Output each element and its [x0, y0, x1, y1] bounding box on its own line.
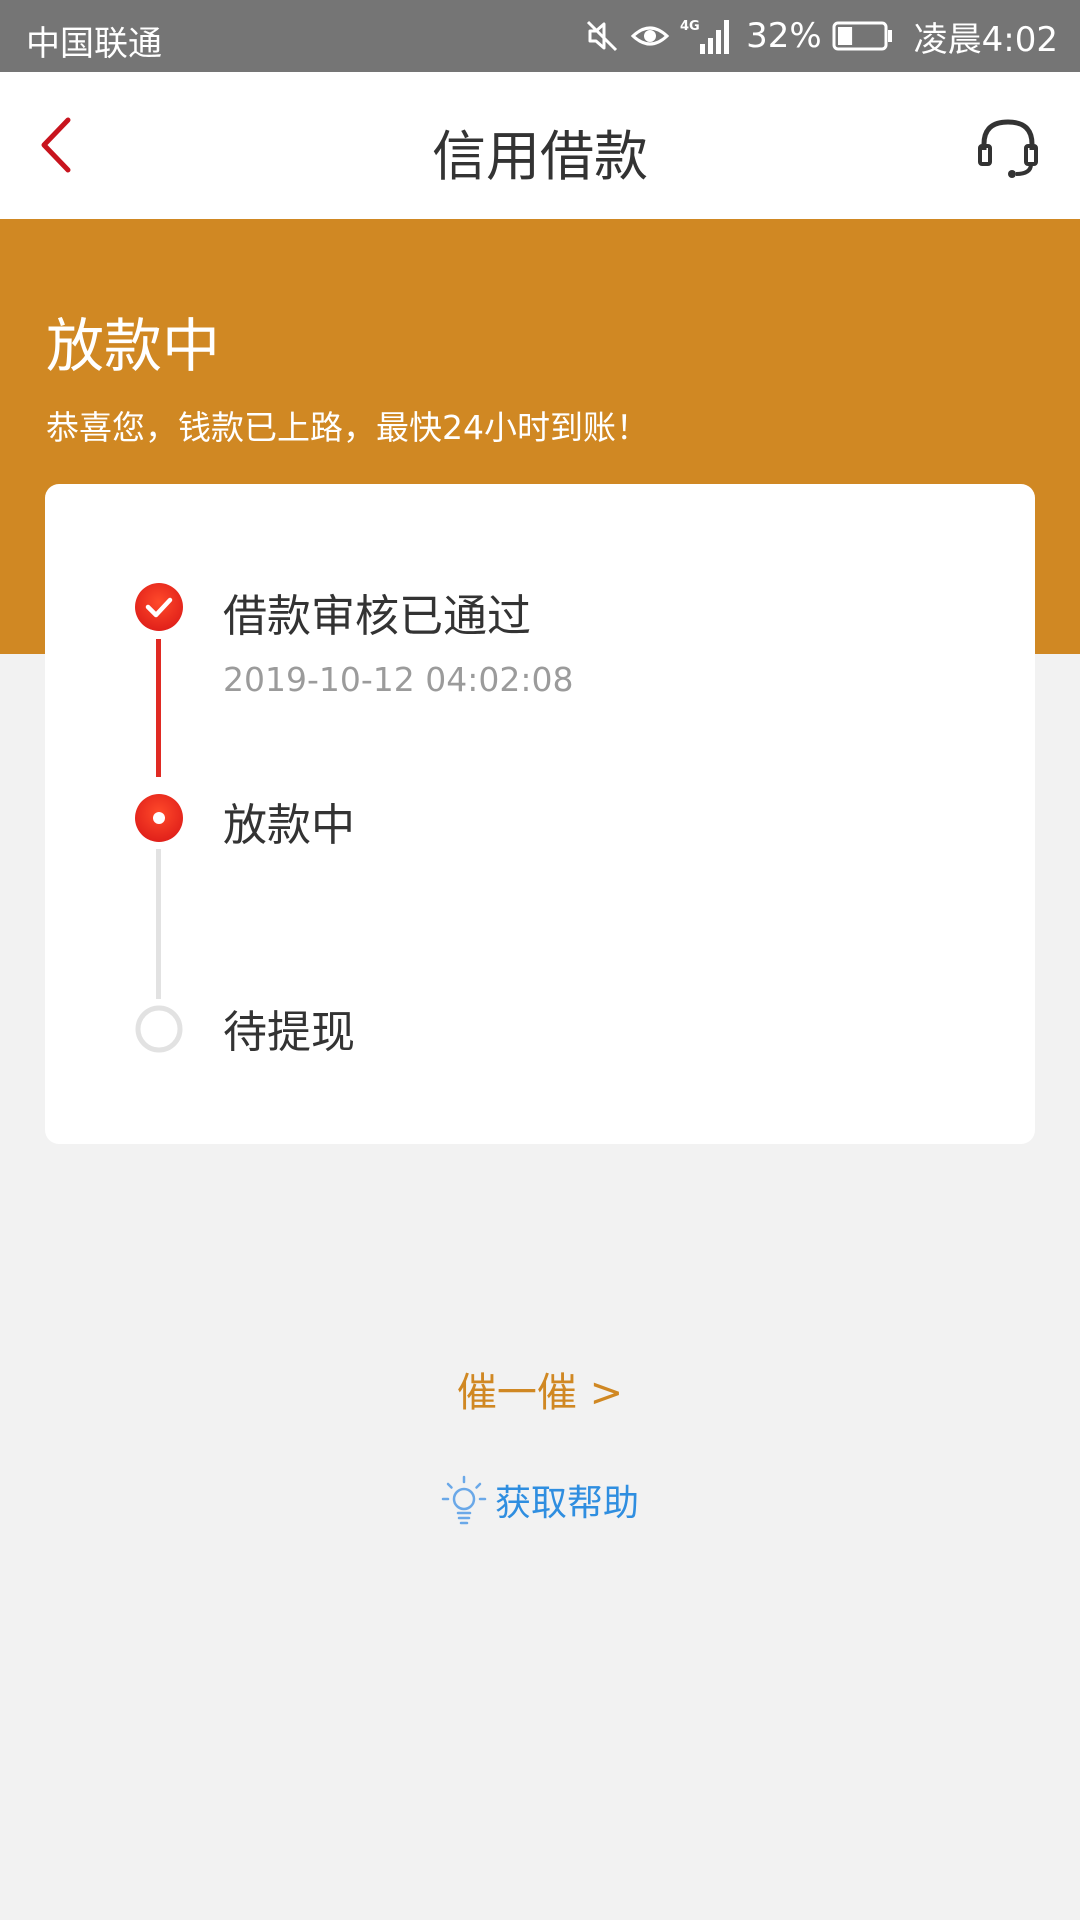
- network-type: 4G: [680, 19, 700, 34]
- lightbulb-icon: [441, 1475, 487, 1525]
- current-step-icon: [135, 794, 183, 842]
- step-label: 待提现: [223, 1007, 355, 1058]
- progress-line-done: [156, 639, 161, 777]
- headset-icon: [978, 119, 1038, 178]
- status-icons: 4G 32% 凌晨4:02: [584, 12, 1058, 60]
- signal-icon: 4G: [680, 19, 730, 54]
- step-time: 2019-10-12 04:02:08: [223, 660, 574, 699]
- pending-step-icon: [135, 1005, 183, 1053]
- check-circle-icon: [135, 583, 183, 631]
- clock: 凌晨4:02: [913, 19, 1058, 60]
- step-label: 放款中: [223, 800, 355, 851]
- page-title: 信用借款: [432, 125, 648, 188]
- battery-percent: 32%: [746, 16, 822, 56]
- get-help-label: 获取帮助: [494, 1483, 639, 1524]
- loan-status-subtitle: 恭喜您，钱款已上路，最快24小时到账！: [46, 408, 649, 447]
- nav-bar: 信用借款: [0, 72, 1080, 219]
- step-label: 借款审核已通过: [223, 591, 531, 642]
- status-bar: 中国联通 4G 32% 凌晨4:02: [0, 0, 1080, 72]
- progress-line-pending: [156, 849, 161, 999]
- carrier-name: 中国联通: [26, 24, 162, 64]
- urge-button[interactable]: 催一催 >: [0, 1360, 1080, 1418]
- get-help-link[interactable]: 获取帮助: [0, 1474, 1080, 1526]
- customer-service-button[interactable]: [976, 116, 1040, 180]
- eye-icon: [630, 26, 670, 46]
- progress-card: 借款审核已通过 2019-10-12 04:02:08 放款中 待提现: [45, 484, 1035, 1144]
- battery-icon: [832, 21, 892, 51]
- mute-icon: [587, 20, 618, 52]
- loan-status-title: 放款中: [46, 312, 221, 380]
